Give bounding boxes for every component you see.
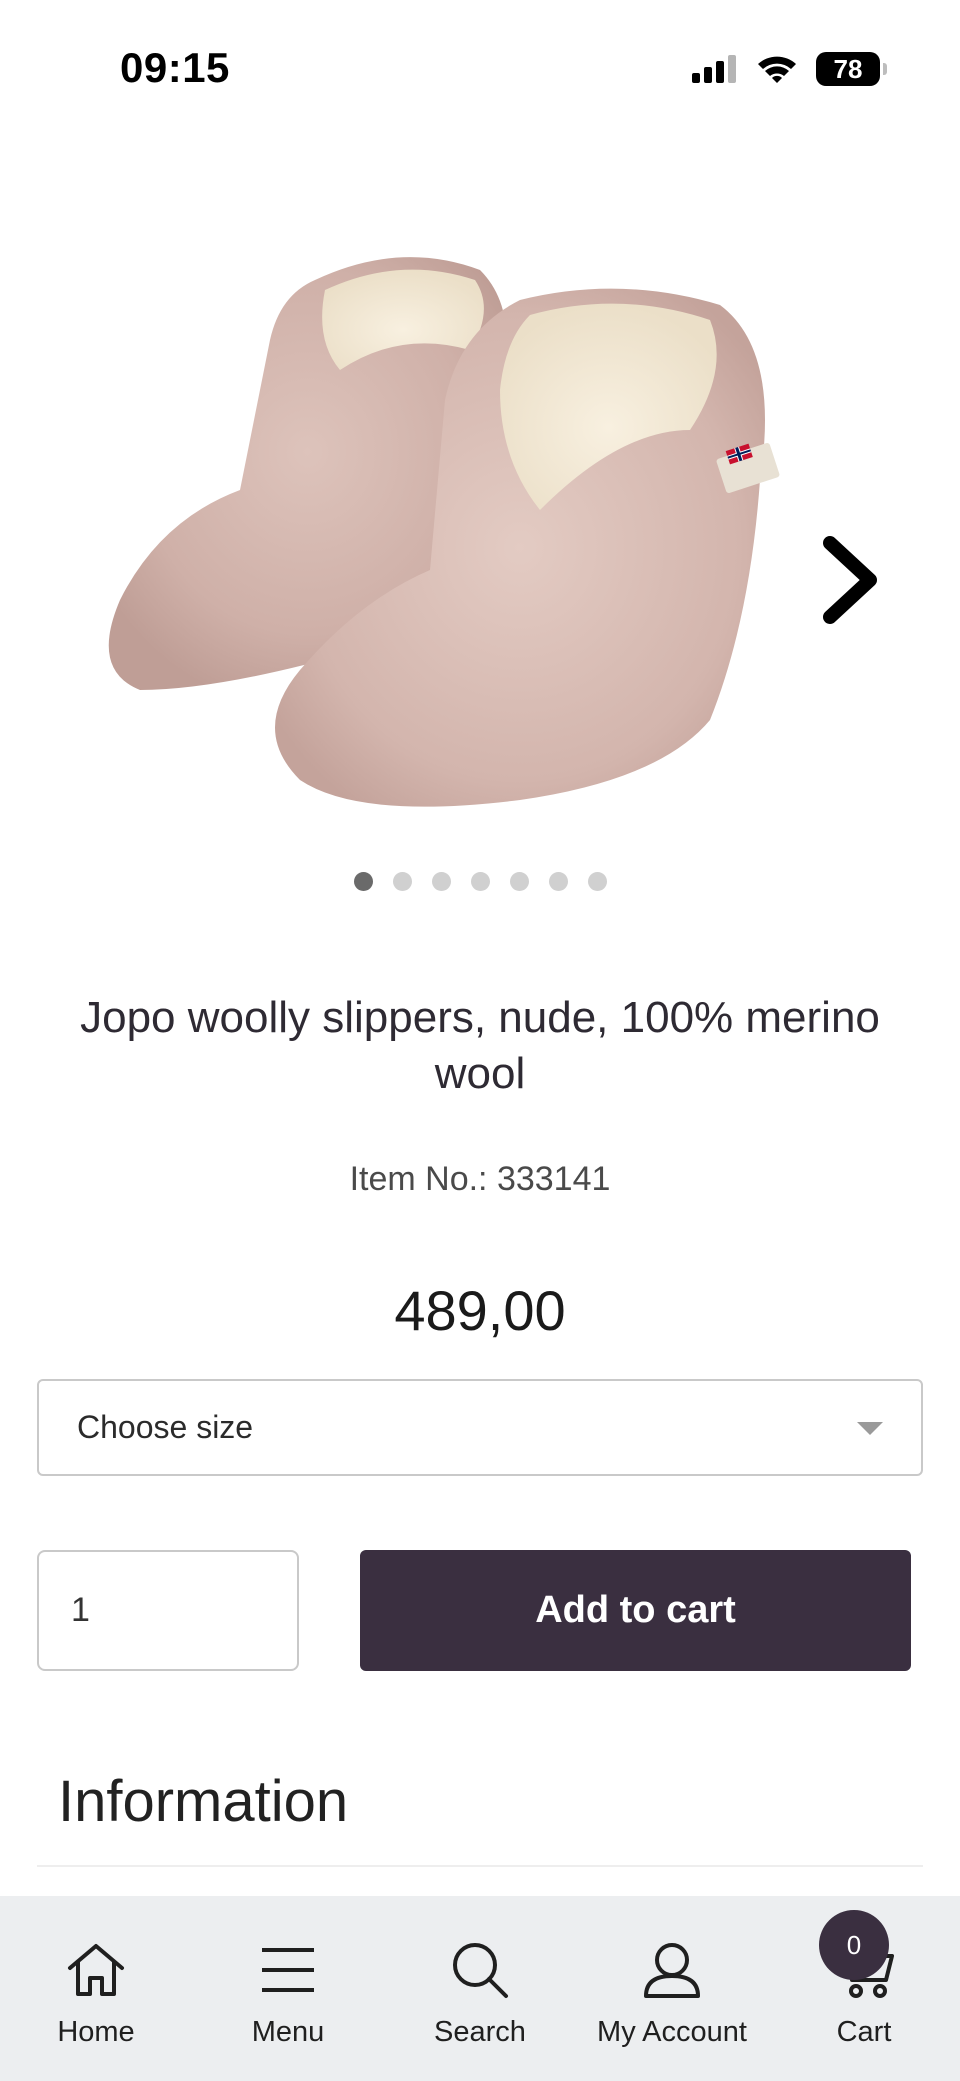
quantity-input[interactable] [37, 1550, 299, 1671]
divider [37, 1865, 923, 1867]
item-number: Item No.: 333141 [349, 1160, 611, 1198]
bottom-nav: Home Menu Search My Account 0 Cart [0, 1896, 960, 2081]
carousel-dot-5[interactable] [509, 872, 529, 891]
battery-icon: 78 [816, 52, 887, 86]
information-heading[interactable]: Information [58, 1768, 348, 1835]
home-icon [68, 1944, 124, 1996]
product-title: Jopo woolly slippers, nude, 100% merino … [80, 993, 880, 1098]
carousel-dot-1[interactable] [353, 872, 373, 891]
size-select-label: Choose size [77, 1409, 254, 1445]
product-price: 489,00 [394, 1279, 566, 1342]
wifi-icon [758, 56, 796, 83]
carousel-dot-7[interactable] [587, 872, 607, 891]
account-icon [644, 1943, 700, 1998]
carousel-dot-4[interactable] [470, 872, 490, 891]
nav-account[interactable]: My Account [582, 1938, 762, 2049]
nav-account-label: My Account [597, 2016, 747, 2048]
nav-cart[interactable]: 0 Cart [774, 1910, 954, 2049]
carousel-dots [0, 872, 960, 891]
menu-icon [262, 1948, 314, 1992]
next-arrow-icon[interactable] [820, 535, 880, 625]
carousel-dot-6[interactable] [548, 872, 568, 891]
add-to-cart-button[interactable]: Add to cart [360, 1550, 911, 1671]
nav-home[interactable]: Home [6, 1938, 186, 2049]
signal-icon [692, 55, 736, 83]
nav-search[interactable]: Search [390, 1938, 570, 2049]
size-select[interactable]: Choose size [37, 1379, 923, 1476]
nav-search-label: Search [434, 2016, 526, 2048]
cart-count-badge: 0 [819, 1910, 889, 1980]
carousel-dot-2[interactable] [392, 872, 412, 891]
search-icon [453, 1943, 508, 1998]
nav-cart-label: Cart [836, 2016, 892, 2048]
status-icons: 78 [692, 52, 887, 86]
carousel-dot-3[interactable] [431, 872, 451, 891]
status-time: 09:15 [120, 44, 230, 91]
nav-home-label: Home [57, 2016, 135, 2048]
nav-menu-label: Menu [251, 2016, 325, 2048]
product-image-carousel[interactable] [0, 140, 960, 900]
product-image [108, 257, 780, 807]
chevron-down-icon [857, 1422, 883, 1435]
status-bar: 09:15 78 [0, 0, 960, 140]
nav-menu[interactable]: Menu [198, 1938, 378, 2049]
